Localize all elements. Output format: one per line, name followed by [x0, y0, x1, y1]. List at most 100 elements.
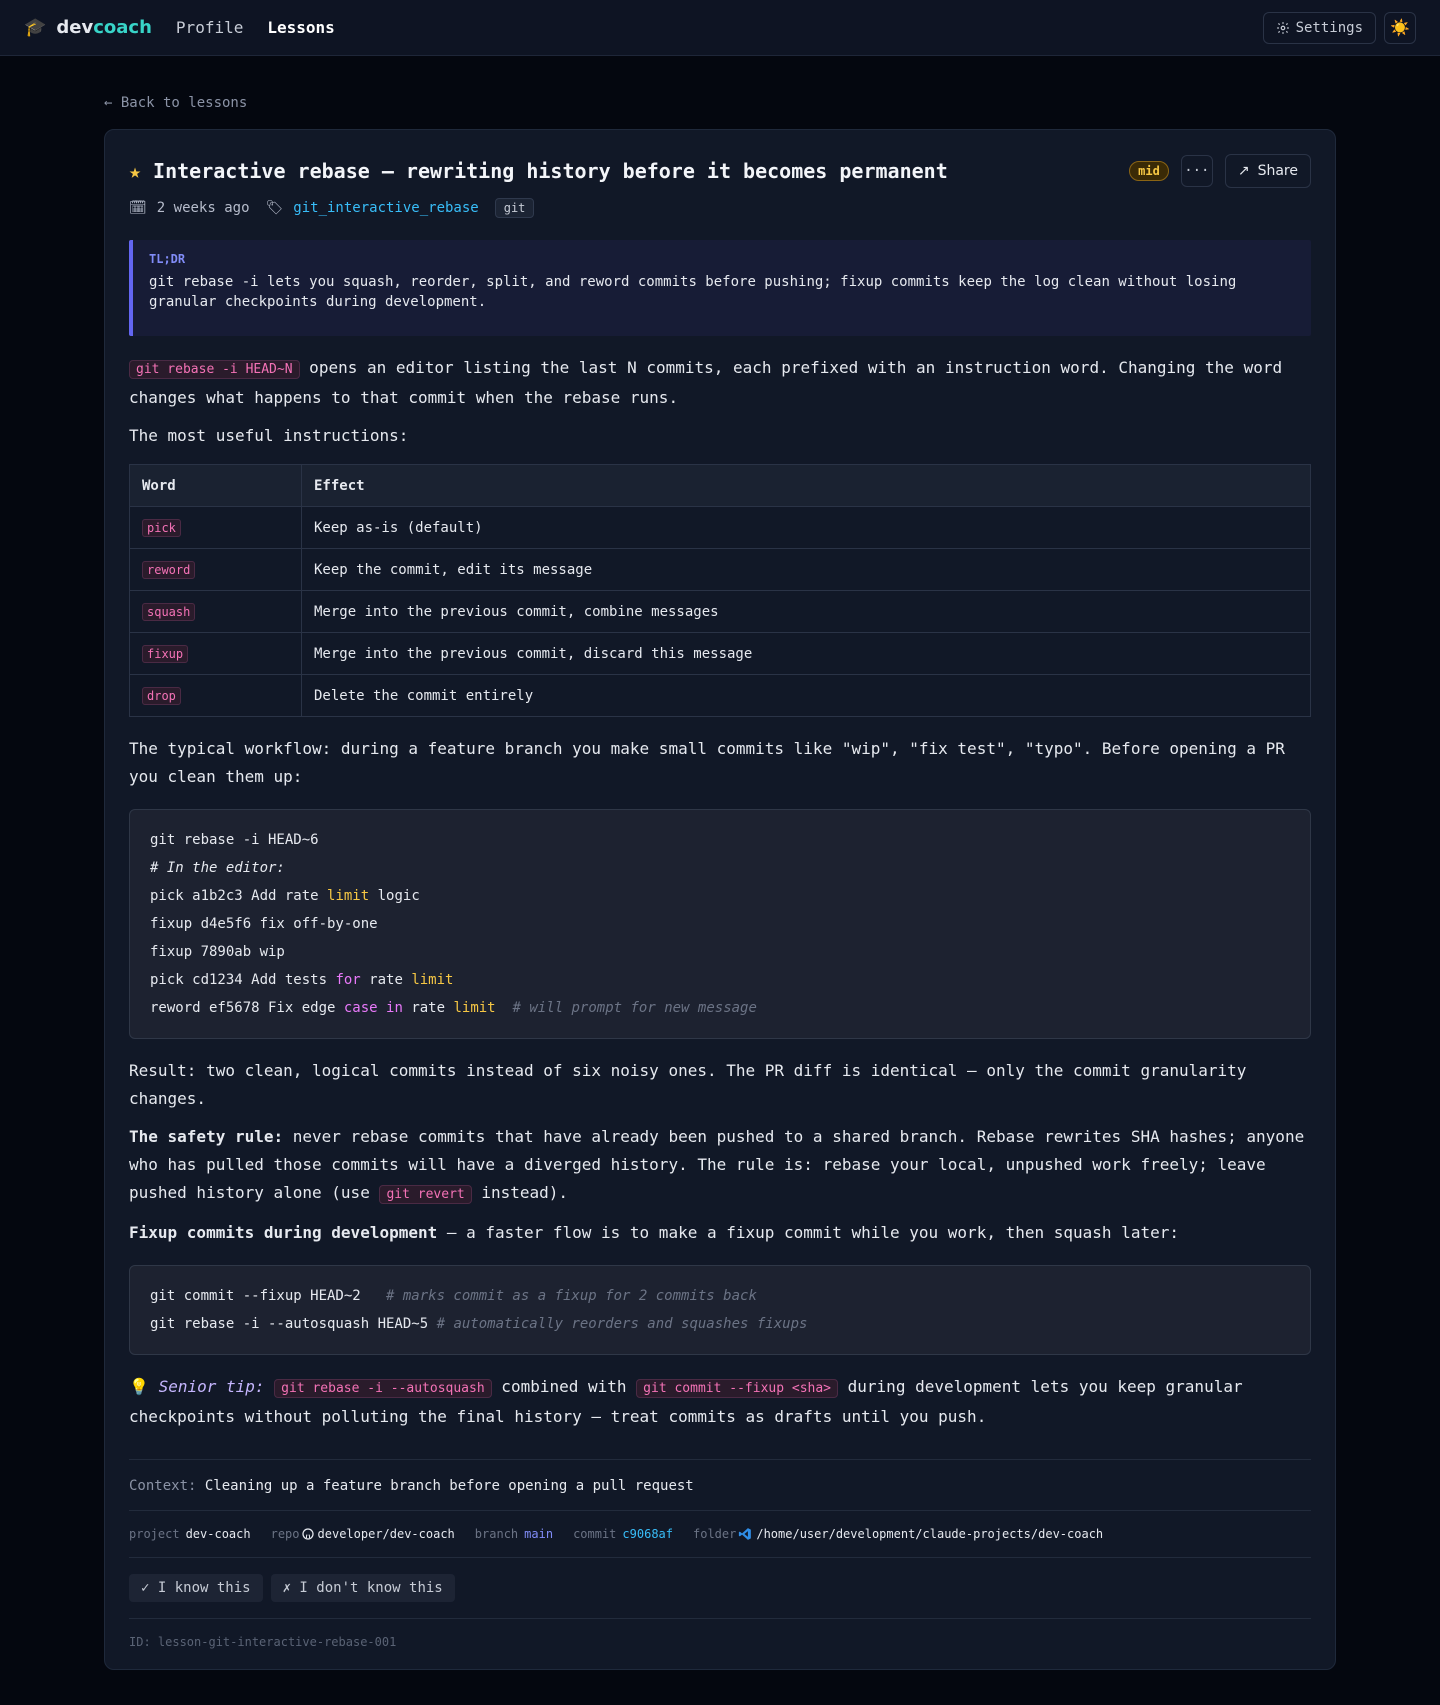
- i-know-this-button[interactable]: ✓ I know this: [129, 1574, 263, 1602]
- useful-heading: The most useful instructions:: [129, 426, 409, 445]
- effect-cell: Merge into the previous commit, discard …: [301, 632, 1311, 675]
- rebase-code-block: git rebase -i HEAD~6 # In the editor: pi…: [129, 809, 1311, 1039]
- settings-label: Settings: [1295, 19, 1363, 36]
- divider: [129, 1459, 1311, 1460]
- graduation-cap-icon: 🎓: [24, 17, 47, 38]
- share-label: Share: [1257, 163, 1298, 179]
- word-cell: squash: [142, 602, 196, 621]
- context-value: Cleaning up a feature branch before open…: [204, 1478, 694, 1494]
- page-content: ← Back to lessons ★ Interactive rebase —…: [104, 56, 1336, 1670]
- fixup-code-block: git commit --fixup HEAD~2 # marks commit…: [129, 1265, 1311, 1355]
- code-line: fixup 7890ab wip: [150, 944, 285, 960]
- result-paragraph: Result: two clean, logical commits inste…: [129, 1061, 1247, 1108]
- back-to-lessons-link[interactable]: ← Back to lessons: [104, 95, 247, 111]
- github-icon: [301, 1528, 314, 1540]
- effect-cell: Merge into the previous commit, combine …: [301, 590, 1311, 633]
- brand-name-dev: dev: [56, 17, 94, 38]
- table-header-word: Word: [129, 464, 302, 507]
- top-right-controls: Settings ☀️: [1262, 11, 1416, 44]
- lesson-id: ID: lesson-git-interactive-rebase-001: [129, 1635, 397, 1649]
- effect-cell: Delete the commit entirely: [301, 674, 1311, 717]
- fixup-label: Fixup commits during development: [129, 1223, 438, 1242]
- code-line: fixup d4e5f6 fix off-by-one: [150, 916, 378, 932]
- folder-path[interactable]: /home/user/development/claude-projects/d…: [756, 1527, 1103, 1541]
- share-arrow-icon: ↗: [1237, 163, 1250, 179]
- tldr-label: TL;DR: [149, 252, 186, 266]
- brand-name-coach: coach: [93, 17, 152, 38]
- share-button[interactable]: ↗ Share: [1224, 154, 1311, 188]
- vscode-icon: [739, 1528, 752, 1540]
- code-line: git rebase -i --autosquash HEAD~5 # auto…: [150, 1316, 808, 1332]
- word-cell: drop: [142, 686, 181, 705]
- lightbulb-icon: 💡: [129, 1377, 149, 1396]
- senior-tip-paragraph: 💡 Senior tip: git rebase -i --autosquash…: [129, 1377, 1243, 1426]
- tldr-box: TL;DR git rebase -i lets you squash, reo…: [129, 240, 1311, 336]
- fixup-sha-code: git commit --fixup <sha>: [636, 1379, 839, 1398]
- workflow-paragraph: The typical workflow: during a feature b…: [129, 739, 1285, 786]
- code-line: pick cd1234 Add tests for rate limit: [150, 972, 454, 988]
- knowledge-actions: ✓ I know this ✗ I don't know this: [129, 1574, 1311, 1602]
- word-cell: fixup: [142, 644, 189, 663]
- nav-profile[interactable]: Profile: [176, 18, 243, 37]
- branch-value[interactable]: main: [524, 1527, 553, 1541]
- star-icon[interactable]: ★: [129, 159, 141, 183]
- more-options-button[interactable]: ···: [1180, 155, 1213, 187]
- tldr-text: git rebase -i lets you squash, reorder, …: [149, 274, 1237, 310]
- lesson-tag-link[interactable]: git_interactive_rebase: [293, 200, 478, 216]
- lesson-title: Interactive rebase — rewriting history b…: [153, 159, 948, 183]
- word-cell: pick: [142, 518, 181, 537]
- lesson-card: ★ Interactive rebase — rewriting history…: [104, 129, 1336, 1670]
- settings-button[interactable]: Settings: [1262, 11, 1376, 44]
- topic-chip[interactable]: git: [494, 198, 535, 218]
- lesson-date: 2 weeks ago: [156, 200, 250, 216]
- effect-cell: Keep as-is (default): [301, 506, 1311, 549]
- revert-code: git revert: [379, 1185, 472, 1204]
- tag-icon: 🏷: [265, 200, 284, 216]
- table-row: reword Keep the commit, edit its message: [129, 548, 1311, 591]
- code-line: pick a1b2c3 Add rate limit logic: [150, 888, 420, 904]
- divider: [129, 1510, 1311, 1511]
- code-line: reword ef5678 Fix edge case in rate limi…: [150, 1000, 757, 1016]
- fixup-paragraph: Fixup commits during development — a fas…: [129, 1223, 1179, 1242]
- lesson-title-row: ★ Interactive rebase — rewriting history…: [129, 154, 1311, 188]
- table-header-row: Word Effect: [129, 464, 1311, 507]
- table-header-effect: Effect: [301, 464, 1311, 507]
- calendar-icon: 🗓: [129, 200, 147, 216]
- lesson-meta: 🗓 2 weeks ago 🏷 git_interactive_rebase g…: [129, 198, 1311, 218]
- commit-link[interactable]: c9068af: [622, 1527, 673, 1541]
- table-row: pick Keep as-is (default): [129, 506, 1311, 549]
- top-bar: 🎓 devcoach Profile Lessons Settings ☀️: [0, 0, 1440, 56]
- divider: [129, 1557, 1311, 1558]
- intro-text: opens an editor listing the last N commi…: [129, 358, 1283, 407]
- table-row: squash Merge into the previous commit, c…: [129, 590, 1311, 633]
- word-cell: reword: [142, 560, 196, 579]
- context-key: Context:: [129, 1478, 197, 1494]
- code-line: # In the editor:: [150, 860, 285, 876]
- table-row: drop Delete the commit entirely: [129, 674, 1311, 717]
- senior-tip-label: Senior tip:: [158, 1377, 265, 1396]
- nav-lessons[interactable]: Lessons: [267, 18, 334, 37]
- sun-icon: ☀️: [1390, 18, 1410, 37]
- i-dont-know-this-button[interactable]: ✗ I don't know this: [270, 1574, 455, 1602]
- intro-code: git rebase -i HEAD~N: [129, 360, 300, 379]
- code-line: git commit --fixup HEAD~2 # marks commit…: [150, 1288, 757, 1304]
- repo-link[interactable]: developer/dev-coach: [318, 1527, 455, 1541]
- autosquash-code: git rebase -i --autosquash: [274, 1379, 492, 1398]
- safety-label: The safety rule:: [129, 1127, 284, 1146]
- brand-logo[interactable]: 🎓 devcoach: [24, 17, 152, 38]
- code-line: git rebase -i HEAD~6: [150, 832, 319, 848]
- intro-paragraph: git rebase -i HEAD~N opens an editor lis…: [129, 354, 1311, 412]
- table-row: fixup Merge into the previous commit, di…: [129, 632, 1311, 675]
- title-actions: mid ··· ↗ Share: [1129, 154, 1311, 188]
- instructions-table: Word Effect pick Keep as-is (default) re…: [129, 464, 1311, 717]
- context-row: Context: Cleaning up a feature branch be…: [129, 1478, 1311, 1494]
- source-info-row: project dev-coach repo developer/dev-coac…: [129, 1527, 1104, 1541]
- effect-cell: Keep the commit, edit its message: [301, 548, 1311, 591]
- safety-paragraph: The safety rule: never rebase commits th…: [129, 1127, 1305, 1204]
- divider: [129, 1618, 1311, 1619]
- level-badge: mid: [1129, 161, 1169, 181]
- project-value: dev-coach: [185, 1527, 251, 1541]
- gear-icon: [1276, 21, 1289, 34]
- main-nav: Profile Lessons: [176, 18, 335, 37]
- theme-toggle-button[interactable]: ☀️: [1384, 11, 1416, 44]
